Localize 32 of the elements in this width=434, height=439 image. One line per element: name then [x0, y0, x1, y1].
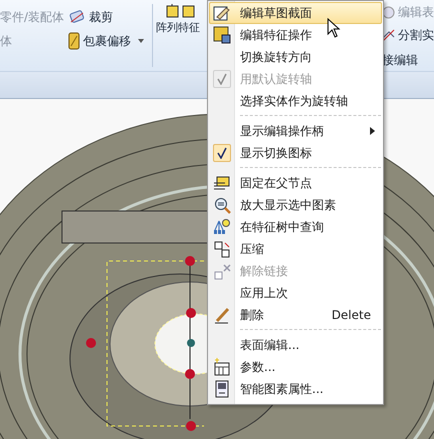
menu-item[interactable]: 参数...	[209, 356, 382, 378]
checkmark-icon	[217, 73, 227, 85]
pattern-feature-button[interactable]: 阵列特征	[156, 20, 200, 35]
mouse-cursor-icon	[327, 18, 341, 38]
ribbon-command[interactable]: 裁剪	[68, 6, 152, 28]
checkmark-icon	[217, 147, 227, 159]
checkbox[interactable]	[213, 144, 231, 162]
pattern-squares-icon	[166, 4, 196, 18]
menu-item[interactable]: 删除 Delete	[209, 304, 382, 326]
unlink-icon	[214, 262, 230, 280]
squares-icon	[214, 240, 230, 258]
menu-item[interactable]: 智能图素属性...	[209, 378, 382, 400]
menu-item[interactable]: 放大显示选中图素	[209, 194, 382, 216]
menu-item[interactable]: 切换旋转方向	[209, 46, 382, 68]
menu-item[interactable]: 表面编辑...	[209, 334, 382, 356]
menu-item[interactable]: 显示切换图标	[209, 142, 382, 164]
menu-item[interactable]: 选择实体作为旋转轴	[209, 90, 382, 112]
tree-search-icon	[213, 218, 231, 236]
ribbon-command[interactable]: 包裹偏移	[68, 30, 152, 52]
brush-icon	[214, 306, 230, 324]
menu-item[interactable]: 在特征树中查询	[209, 216, 382, 238]
menu-item[interactable]: 显示编辑操作柄	[209, 120, 382, 142]
sketch-pencil-icon	[213, 4, 231, 22]
menu-item[interactable]: 压缩	[209, 238, 382, 260]
caret-icon	[138, 39, 144, 43]
menu-item[interactable]: 应用上次	[209, 282, 382, 304]
calendar-icon	[213, 358, 231, 376]
menu-item[interactable]: 固定在父节点	[209, 172, 382, 194]
layers-icon	[213, 175, 231, 191]
zoom-icon	[214, 196, 230, 214]
ribbon-command[interactable]: 分割实	[382, 27, 434, 44]
menu-item[interactable]: 编辑草图截面	[209, 2, 382, 24]
